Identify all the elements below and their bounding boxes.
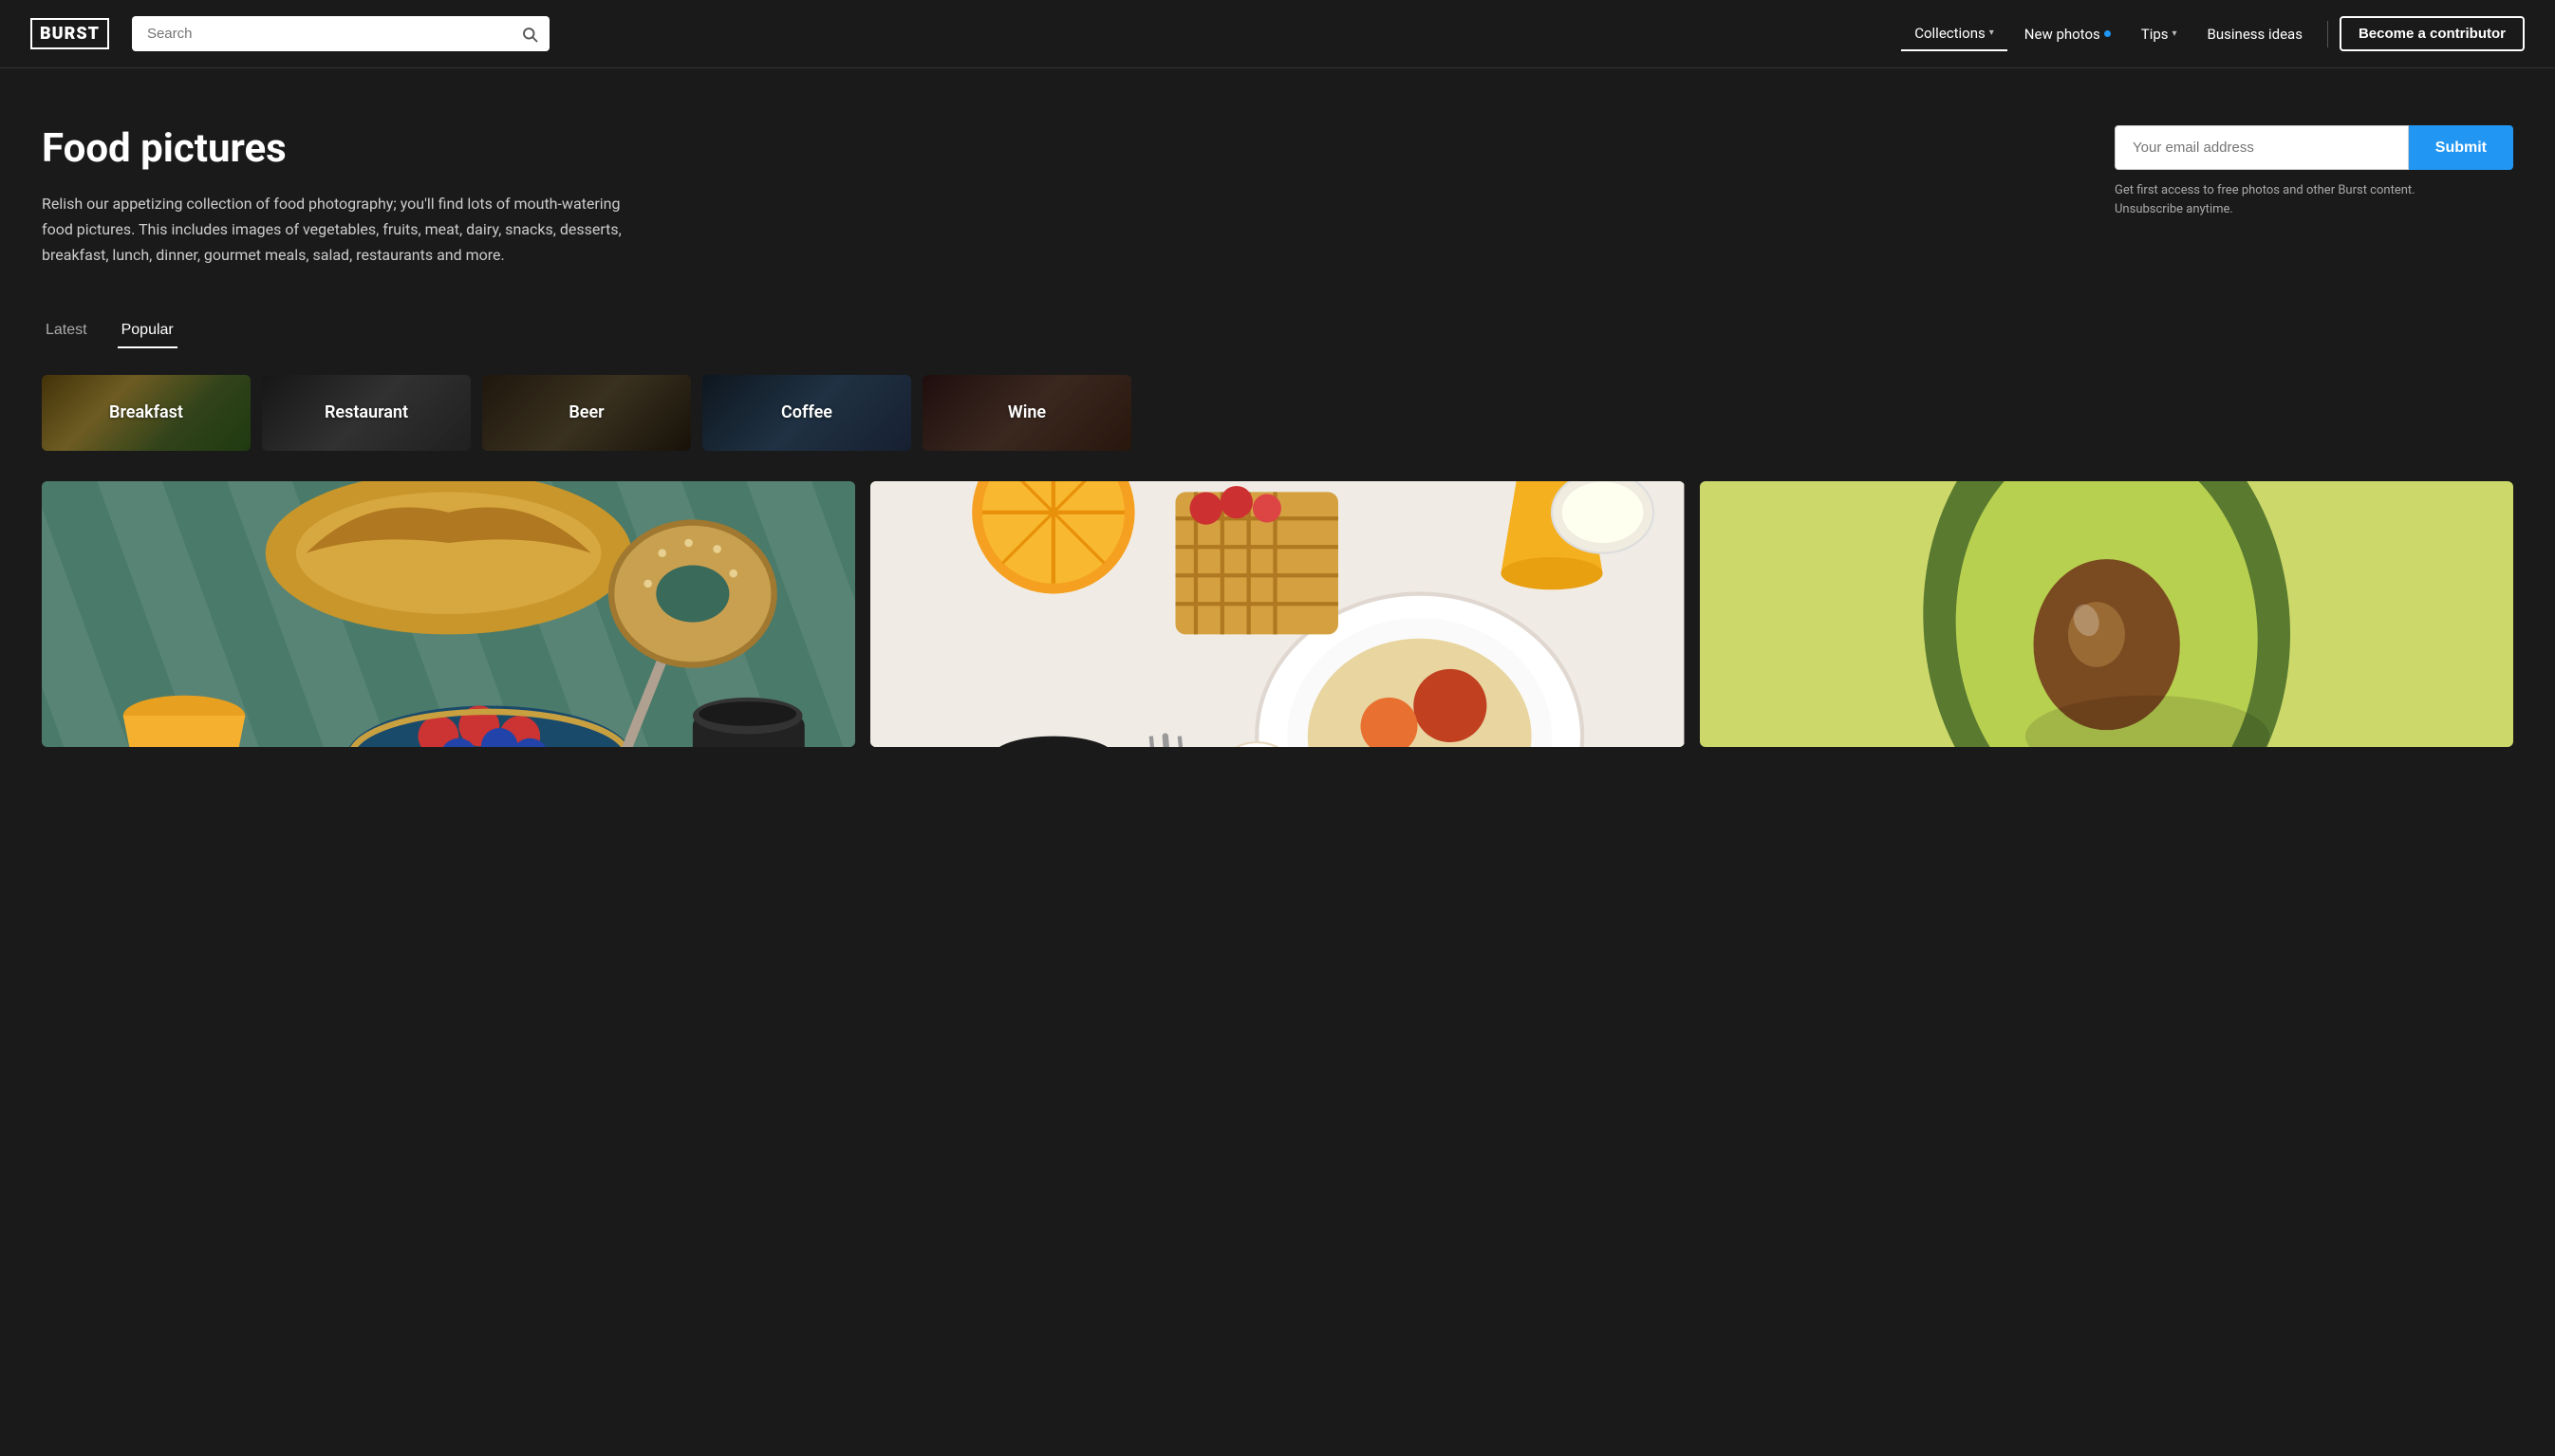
category-overlay-restaurant: Restaurant bbox=[262, 375, 471, 451]
filter-tabs: Latest Popular bbox=[42, 314, 2513, 348]
nav-divider bbox=[2327, 21, 2328, 47]
chevron-down-icon-tips: ▾ bbox=[2173, 28, 2177, 39]
category-card-wine[interactable]: Wine bbox=[923, 375, 1131, 451]
page-title: Food pictures bbox=[42, 125, 630, 172]
page-description: Relish our appetizing collection of food… bbox=[42, 191, 630, 269]
nav-item-collections[interactable]: Collections ▾ bbox=[1901, 17, 2007, 51]
tab-latest[interactable]: Latest bbox=[42, 314, 91, 348]
category-card-coffee[interactable]: Coffee bbox=[702, 375, 911, 451]
search-button[interactable] bbox=[521, 26, 538, 43]
search-bar bbox=[132, 16, 550, 51]
category-overlay-coffee: Coffee bbox=[702, 375, 911, 451]
new-indicator-dot bbox=[2104, 30, 2111, 37]
search-icon bbox=[521, 26, 538, 43]
nav-item-tips[interactable]: Tips ▾ bbox=[2128, 18, 2191, 50]
email-signup-form: Submit Get first access to free photos a… bbox=[2115, 125, 2513, 218]
category-card-restaurant[interactable]: Restaurant bbox=[262, 375, 471, 451]
nav-item-business-ideas[interactable]: Business ideas bbox=[2194, 18, 2316, 50]
category-overlay: Breakfast bbox=[42, 375, 251, 451]
category-card-beer[interactable]: Beer bbox=[482, 375, 691, 451]
photo-card-3[interactable] bbox=[1700, 481, 2513, 747]
category-list: Breakfast Restaurant Beer Coffee Wine bbox=[42, 375, 2513, 451]
hero-section: Food pictures Relish our appetizing coll… bbox=[42, 125, 2513, 269]
chevron-down-icon: ▾ bbox=[1989, 28, 1994, 38]
main-nav: Collections ▾ New photos Tips ▾ Business… bbox=[1901, 16, 2525, 51]
become-contributor-button[interactable]: Become a contributor bbox=[2340, 16, 2525, 51]
photo-grid bbox=[42, 481, 2513, 747]
photo-card-1[interactable] bbox=[42, 481, 855, 747]
main-content: Food pictures Relish our appetizing coll… bbox=[0, 68, 2555, 804]
email-input-row: Submit bbox=[2115, 125, 2513, 170]
site-header: BURST Collections ▾ New photos Tips ▾ Bu… bbox=[0, 0, 2555, 68]
tab-popular[interactable]: Popular bbox=[118, 314, 177, 348]
nav-item-new-photos[interactable]: New photos bbox=[2011, 18, 2124, 50]
email-note: Get first access to free photos and othe… bbox=[2115, 181, 2513, 218]
search-input[interactable] bbox=[132, 16, 550, 51]
category-card-breakfast[interactable]: Breakfast bbox=[42, 375, 251, 451]
photo-card-2[interactable] bbox=[870, 481, 1684, 747]
submit-button[interactable]: Submit bbox=[2409, 125, 2513, 170]
email-input[interactable] bbox=[2115, 125, 2409, 170]
category-overlay-beer: Beer bbox=[482, 375, 691, 451]
hero-text: Food pictures Relish our appetizing coll… bbox=[42, 125, 630, 269]
logo[interactable]: BURST bbox=[30, 18, 109, 49]
category-overlay-wine: Wine bbox=[923, 375, 1131, 451]
